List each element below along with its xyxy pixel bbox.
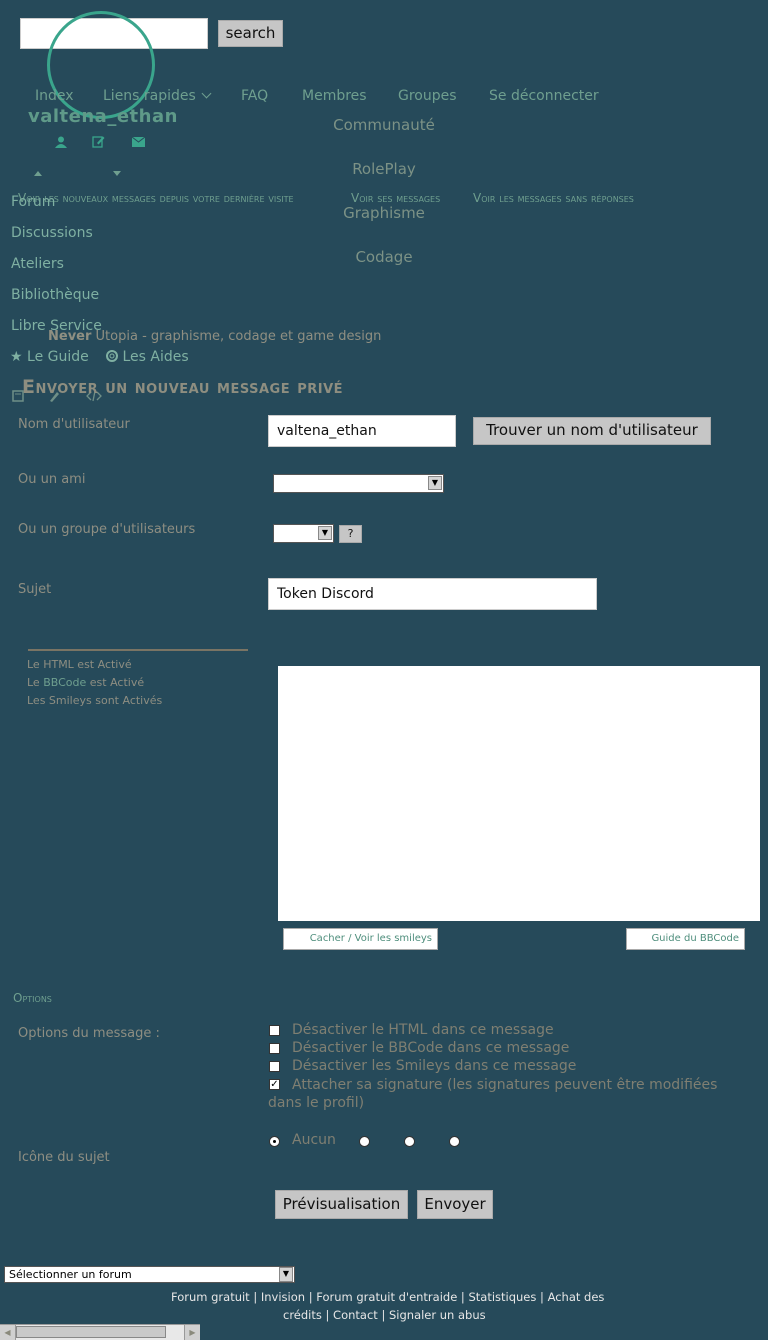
username-label: Nom d'utilisateur xyxy=(18,417,130,432)
bbcode-guide-label: Guide du BBCode xyxy=(651,933,739,944)
breadcrumb-site-strong[interactable]: Never xyxy=(48,329,91,344)
breadcrumb: Never Utopia - graphisme, codage et game… xyxy=(48,329,381,344)
nav-index[interactable]: Index xyxy=(35,88,74,104)
username-field[interactable] xyxy=(268,415,456,447)
breadcrumb-site-rest[interactable]: Utopia - graphisme, codage et game desig… xyxy=(96,329,382,344)
sidebar-item-forum[interactable]: Forum xyxy=(11,194,55,210)
bbcode-guide-button[interactable]: Guide du BBCode xyxy=(626,928,745,950)
toggle-smileys-button[interactable]: Cacher / Voir les smileys xyxy=(283,928,438,950)
group-select[interactable]: ▼ xyxy=(273,524,334,543)
sidebar-item-bibliotheque[interactable]: Bibliothèque xyxy=(11,287,99,303)
checkbox-disable-smileys[interactable] xyxy=(269,1061,280,1072)
option-disable-smileys-label: Désactiver les Smileys dans ce message xyxy=(292,1058,577,1074)
radio-icon-1[interactable] xyxy=(359,1136,370,1147)
options-heading: Options xyxy=(13,991,52,1005)
message-textarea[interactable] xyxy=(278,666,760,921)
scroll-right-icon[interactable]: ▶ xyxy=(184,1325,200,1340)
category-communaute[interactable]: Communauté xyxy=(0,116,768,134)
option-disable-bbcode-label: Désactiver le BBCode dans ce message xyxy=(292,1040,570,1056)
radio-icon-2[interactable] xyxy=(404,1136,415,1147)
sidebar-item-discussions[interactable]: Discussions xyxy=(11,225,93,241)
scrollbar-thumb[interactable] xyxy=(16,1326,166,1338)
search-button[interactable]: search xyxy=(218,20,283,47)
help-button[interactable]: ? xyxy=(339,525,362,543)
preview-button[interactable]: Prévisualisation xyxy=(275,1190,408,1219)
aides-link[interactable]: Les Aides xyxy=(106,349,189,365)
send-button[interactable]: Envoyer xyxy=(417,1190,493,1219)
bbcode-prefix: Le xyxy=(27,676,44,689)
aides-label: Les Aides xyxy=(122,349,189,365)
nav-quick-links[interactable]: Liens rapides xyxy=(103,88,212,104)
option-disable-html-label: Désactiver le HTML dans ce message xyxy=(292,1022,554,1038)
forum-select[interactable]: Sélectionner un forum ▼ xyxy=(4,1266,295,1283)
sidebar-item-ateliers[interactable]: Ateliers xyxy=(11,256,64,272)
category-roleplay[interactable]: RolePlay xyxy=(0,160,768,178)
link-new-messages[interactable]: Voir les nouveaux messages depuis votre … xyxy=(18,191,294,205)
category-codage[interactable]: Codage xyxy=(0,248,768,266)
category-graphisme[interactable]: Graphisme xyxy=(0,204,768,222)
user-icon[interactable] xyxy=(55,136,67,148)
message-options-label: Options du message : xyxy=(18,1026,160,1041)
guide-link[interactable]: ★ Le Guide xyxy=(10,349,89,365)
footer-links-line1[interactable]: Forum gratuit | Invision | Forum gratuit… xyxy=(171,1290,604,1304)
chevron-down-icon xyxy=(201,88,212,99)
chevron-down-icon: ▼ xyxy=(279,1267,293,1282)
nav-groups[interactable]: Groupes xyxy=(398,88,457,104)
chevron-down-icon: ▼ xyxy=(318,526,332,540)
forum-select-value: Sélectionner un forum xyxy=(9,1268,132,1281)
footer-links-line2[interactable]: crédits | Contact | Signaler un abus xyxy=(283,1308,486,1322)
divider xyxy=(28,649,248,651)
find-user-button[interactable]: Trouver un nom d'utilisateur xyxy=(473,417,711,445)
bbcode-status: Le BBCode est Activé xyxy=(27,676,144,689)
radio-icon-none[interactable] xyxy=(269,1136,280,1147)
subject-label: Sujet xyxy=(18,582,52,597)
friend-label: Ou un ami xyxy=(18,472,86,487)
nav-quick-links-label: Liens rapides xyxy=(103,88,196,104)
checkbox-disable-html[interactable] xyxy=(269,1025,280,1036)
link-unanswered[interactable]: Voir les messages sans réponses xyxy=(473,191,634,205)
lifebuoy-icon xyxy=(106,350,118,362)
checkbox-disable-bbcode[interactable] xyxy=(269,1043,280,1054)
bbcode-link[interactable]: BBCode xyxy=(43,676,86,689)
guide-label: Le Guide xyxy=(27,349,89,365)
nav-members[interactable]: Membres xyxy=(302,88,367,104)
smileys-status: Les Smileys sont Activés xyxy=(27,694,163,707)
friend-select[interactable]: ▼ xyxy=(273,474,444,493)
edit-icon[interactable] xyxy=(92,135,105,148)
chevron-down-icon: ▼ xyxy=(428,476,442,490)
bbcode-suffix: est Activé xyxy=(86,676,145,689)
subject-field[interactable] xyxy=(268,578,597,610)
link-own-messages[interactable]: Voir ses messages xyxy=(351,191,440,205)
group-label: Ou un groupe d'utilisateurs xyxy=(18,522,196,537)
scroll-left-icon[interactable]: ◀ xyxy=(0,1325,16,1340)
nav-faq[interactable]: FAQ xyxy=(241,88,268,104)
toggle-smileys-label: Cacher / Voir les smileys xyxy=(309,933,432,944)
radio-icon-3[interactable] xyxy=(449,1136,460,1147)
page-title: Envoyer un nouveau message privé xyxy=(22,376,344,398)
nav-logout[interactable]: Se déconnecter xyxy=(489,88,599,104)
mail-icon[interactable] xyxy=(132,137,145,147)
option-attach-signature-label: Attacher sa signature (les signatures pe… xyxy=(268,1077,718,1111)
horizontal-scrollbar[interactable]: ◀ ▶ xyxy=(0,1324,200,1340)
topic-icon-label: Icône du sujet xyxy=(18,1150,110,1165)
html-status: Le HTML est Activé xyxy=(27,658,132,671)
icon-none-label: Aucun xyxy=(292,1132,336,1148)
star-icon: ★ xyxy=(10,349,23,365)
